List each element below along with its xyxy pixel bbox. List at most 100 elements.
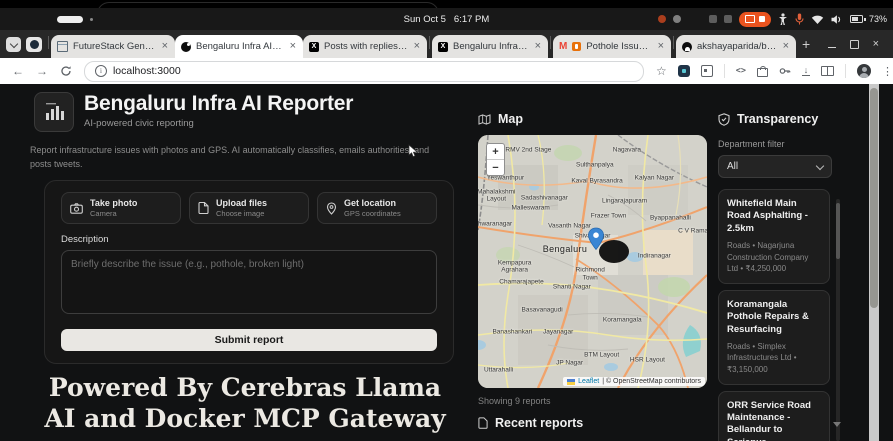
transparency-header: Transparency: [737, 112, 819, 126]
globe-icon: [29, 40, 39, 49]
back-button[interactable]: ←: [12, 64, 24, 78]
download-icon[interactable]: ↓: [802, 65, 810, 77]
alert-badge-icon: [572, 42, 582, 51]
minimize-button[interactable]: [827, 46, 836, 49]
report-form: Take photo Camera Upload files Choose im…: [44, 180, 454, 364]
scrollbar-thumb[interactable]: [836, 203, 840, 259]
location-pin-icon: [326, 201, 337, 215]
page-scrollbar[interactable]: [869, 84, 879, 441]
close-tab-icon[interactable]: ×: [534, 41, 542, 52]
map-marker-pin[interactable]: [587, 227, 605, 256]
pointer-indicator-icon[interactable]: [724, 15, 733, 23]
pinned-tab[interactable]: [26, 37, 42, 52]
close-tab-icon[interactable]: ×: [289, 41, 297, 52]
map-labels: RMV 2nd Stage Nagavara Sulthanpalya Kaval B…: [478, 135, 707, 388]
map-label: Koramangala: [602, 316, 642, 324]
bag-extension-icon[interactable]: [757, 66, 768, 77]
map-label: Vasanth Nagar: [548, 222, 592, 230]
profile-avatar[interactable]: [857, 64, 871, 78]
tab-gmail-pothole[interactable]: M Pothole Issue - ak ×: [553, 35, 671, 58]
url-text[interactable]: localhost:3000: [113, 65, 181, 77]
map-icon: [478, 113, 491, 125]
map-label: Indiranagar: [637, 252, 671, 260]
action-sub: Choose image: [216, 209, 265, 218]
github-favicon-icon: [682, 41, 692, 52]
upload-files-button[interactable]: Upload files Choose image: [189, 192, 309, 224]
camera-indicator-icon[interactable]: [673, 15, 682, 23]
department-filter-select[interactable]: All: [718, 155, 832, 178]
close-window-button[interactable]: ×: [873, 39, 879, 50]
reading-list-icon[interactable]: [821, 66, 834, 76]
description-input[interactable]: [61, 250, 437, 314]
tender-card[interactable]: Koramangala Pothole Repairs & Resurfacin…: [718, 289, 830, 385]
map-label: HSR Layout: [629, 356, 665, 364]
card-list-scrollbar[interactable]: [836, 199, 840, 441]
tab-github[interactable]: akshayaparida/beng ×: [676, 35, 796, 58]
site-info-icon[interactable]: i: [94, 65, 107, 77]
get-location-button[interactable]: Get location GPS coordinates: [317, 192, 437, 224]
page-subtitle: AI-powered civic reporting: [84, 118, 194, 130]
tab-x-bengaluru[interactable]: X Bengaluru Infra AI A ×: [432, 35, 548, 58]
x-favicon-icon: X: [309, 41, 319, 52]
tab-bengaluru-infra-active[interactable]: Bengaluru Infra AI | S ×: [175, 35, 303, 58]
input-indicator-icon[interactable]: [709, 15, 718, 23]
take-photo-button[interactable]: Take photo Camera: [61, 192, 181, 224]
reload-button[interactable]: [60, 65, 72, 77]
report-count-text: Showing 9 reports: [478, 396, 551, 406]
close-tab-icon[interactable]: ×: [413, 41, 421, 52]
tender-card[interactable]: ORR Service Road Maintenance - Bellandur…: [718, 390, 830, 441]
map-label: Basavanagudi: [521, 306, 563, 314]
map-label: Uttarahalli: [483, 366, 514, 374]
close-tab-icon[interactable]: ×: [657, 41, 665, 52]
wifi-icon[interactable]: [811, 14, 824, 25]
accessibility-icon[interactable]: [778, 13, 788, 25]
screen: Sun Oct 5 6:17 PM 73% FutureStack GenAI …: [0, 0, 893, 441]
close-tab-icon[interactable]: ×: [782, 41, 790, 52]
tender-card[interactable]: Whitefield Main Road Asphalting - 2.5km …: [718, 189, 830, 284]
action-label: Upload files: [216, 198, 268, 208]
bookmark-star-icon[interactable]: ☆: [656, 64, 667, 78]
screencast-icon: [745, 15, 756, 23]
selected-filter-value: All: [727, 161, 739, 172]
browser-menu-icon[interactable]: ⋮: [882, 65, 893, 78]
osm-attribution[interactable]: | © OpenStreetMap contributors: [602, 378, 701, 385]
volume-icon[interactable]: [831, 14, 843, 25]
screen-recording-pill[interactable]: [739, 11, 772, 27]
tab-futurestack[interactable]: FutureStack GenAI H ×: [51, 35, 175, 58]
code-extension-icon[interactable]: <>: [736, 66, 746, 76]
leaflet-link[interactable]: Leaflet: [578, 378, 599, 385]
scroll-down-arrow-icon[interactable]: [833, 422, 841, 427]
zoom-out-button[interactable]: −: [487, 160, 504, 175]
forward-button[interactable]: →: [36, 64, 48, 78]
restore-button[interactable]: [849, 40, 859, 49]
map-label: Jayanagar: [542, 328, 574, 336]
camera-icon: [70, 202, 83, 214]
map-label: Mahalakshmi Layout: [478, 188, 516, 203]
system-tray[interactable]: 73%: [658, 8, 887, 30]
map-label: Byappanahalli: [649, 214, 691, 222]
tab-title: akshayaparida/beng: [697, 41, 777, 52]
microphone-icon[interactable]: [795, 13, 805, 25]
grid-favicon-icon: [57, 41, 68, 52]
new-tab-button[interactable]: +: [802, 37, 810, 51]
tab-title: Pothole Issue - ak: [586, 41, 651, 52]
close-tab-icon[interactable]: ×: [161, 41, 169, 52]
address-bar[interactable]: i localhost:3000: [83, 60, 644, 82]
page-scrollbar-thumb[interactable]: [870, 88, 878, 308]
department-filter-label: Department filter: [718, 139, 785, 149]
submit-report-button[interactable]: Submit report: [61, 329, 437, 351]
tab-search-button[interactable]: [6, 37, 21, 52]
map-label: Kempapura Agrahara: [497, 259, 532, 274]
extension-icon[interactable]: [677, 65, 690, 77]
battery-indicator[interactable]: 73%: [850, 14, 887, 24]
battery-icon: [850, 15, 864, 23]
map-canvas[interactable]: RMV 2nd Stage Nagavara Sulthanpalya Kaval B…: [478, 135, 707, 388]
map-label: C V Raman Nagar: [678, 227, 707, 235]
password-key-icon[interactable]: [779, 65, 791, 77]
description-label: Description: [61, 234, 109, 245]
extensions-menu-icon[interactable]: [700, 65, 713, 77]
tab-x-posts[interactable]: X Posts with replies by ×: [303, 35, 427, 58]
zoom-in-button[interactable]: +: [487, 144, 504, 160]
recorder-app-icon[interactable]: [658, 15, 667, 23]
toolbar-actions: ☆ <> ↓ ⋮: [656, 64, 893, 78]
